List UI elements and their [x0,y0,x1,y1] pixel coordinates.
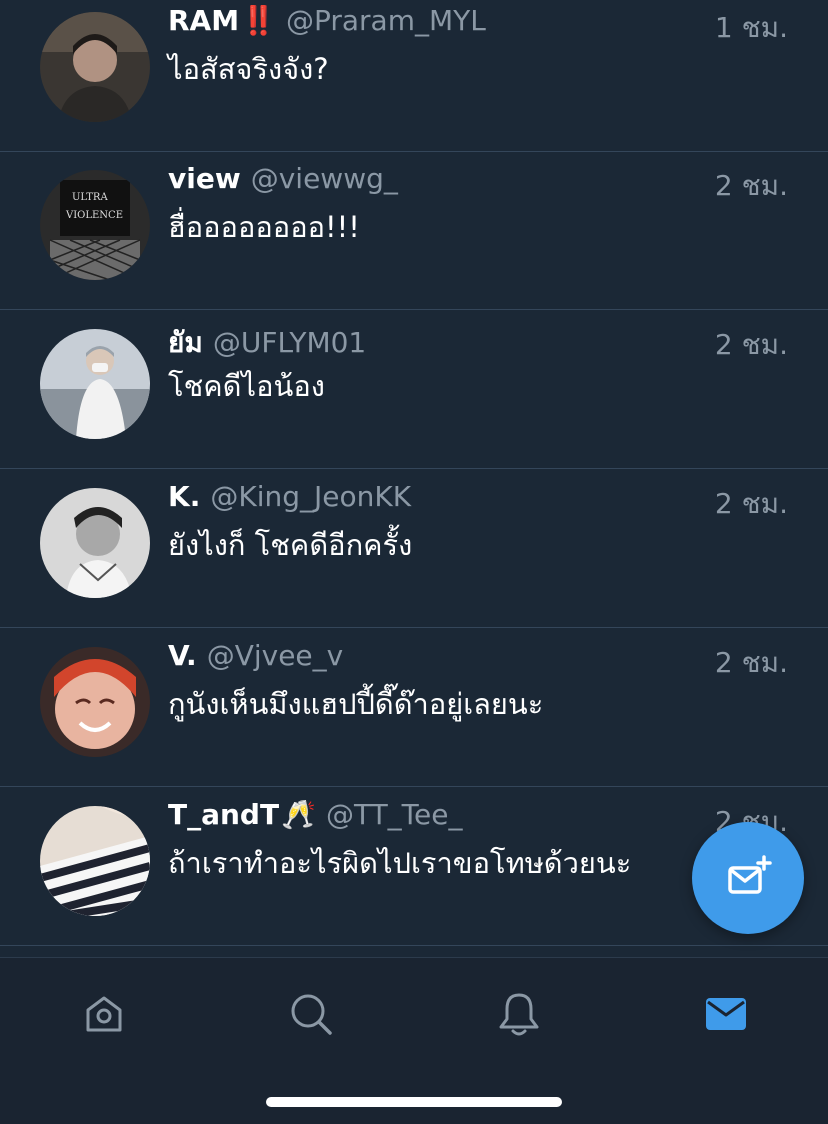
user-handle: @Praram_MYL [285,4,486,37]
conversation-row[interactable]: RAM‼️ @Praram_MYL 1 ชม. ไอสัสจริงจัง? [0,0,828,152]
message-preview: กูนังเห็นมึงแฮปปี้ดี๊ด๊าอยู่เลยนะ [168,687,544,721]
display-name: T_andT [168,798,280,831]
sender-name: ยัม @UFLYM01 [168,321,366,365]
home-indicator[interactable] [266,1097,562,1107]
tab-home[interactable] [76,986,132,1042]
new-message-button[interactable] [692,822,804,934]
avatar[interactable] [40,329,150,439]
tab-notifications[interactable] [491,986,547,1042]
avatar[interactable] [40,488,150,598]
avatar[interactable] [40,12,150,122]
tab-messages[interactable] [698,986,754,1042]
new-message-icon [728,855,772,894]
display-name: ยัม [168,326,203,359]
svg-text:ULTRA: ULTRA [72,192,108,203]
conversation-row[interactable]: K. @King_JeonKK 2 ชม. ยังไงก็ โชคดีอีกครั… [0,470,828,628]
message-preview: ยังไงก็ โชคดีอีกครั้ง [168,528,413,562]
user-handle: @UFLYM01 [212,326,367,359]
sender-name: T_andT🥂 @TT_Tee_ [168,798,462,831]
sender-name: K. @King_JeonKK [168,480,411,513]
conversation-row[interactable]: ยัม @UFLYM01 2 ชม. โชคดีไอน้อง [0,311,828,469]
double-exclamation-icon: ‼️ [241,4,276,37]
search-icon [291,994,332,1035]
sender-name: view @viewwg_ [168,162,398,195]
display-name: RAM [168,4,240,37]
timestamp: 2 ชม. [714,487,788,520]
display-name: view [168,162,241,195]
sender-name: V. @Vjvee_v [168,639,343,672]
user-handle: @Vjvee_v [206,639,344,672]
message-preview: ไอสัสจริงจัง? [168,52,329,86]
conversation-list: RAM‼️ @Praram_MYL 1 ชม. ไอสัสจริงจัง? ULT… [0,0,828,957]
home-icon [86,996,122,1032]
user-handle: @King_JeonKK [210,480,412,513]
avatar[interactable] [40,647,150,757]
timestamp: 2 ชม. [714,646,788,679]
conversation-row[interactable]: V. @Vjvee_v 2 ชม. กูนังเห็นมึงแฮปปี้ดี๊ด๊… [0,629,828,787]
timestamp: 2 ชม. [714,328,788,361]
champagne-icon: 🥂 [281,798,316,831]
message-preview: ถ้าเราทำอะไรผิดไปเราขอโทษด้วยนะ [168,846,632,880]
display-name: K. [168,480,201,513]
user-handle: @viewwg_ [250,162,398,195]
bell-icon [499,993,539,1036]
message-preview: ฮื่ออออออออ!!! [168,210,360,244]
messages-screen: RAM‼️ @Praram_MYL 1 ชม. ไอสัสจริงจัง? ULT… [0,0,828,1124]
user-handle: @TT_Tee_ [325,798,463,831]
svg-text:VIOLENCE: VIOLENCE [65,210,123,221]
conversation-row[interactable]: ULTRA VIOLENCE view @viewwg_ 2 ชม. ฮื่อออ… [0,152,828,310]
sender-name: RAM‼️ @Praram_MYL [168,4,486,37]
display-name: V. [168,639,197,672]
tab-search[interactable] [283,986,339,1042]
avatar[interactable] [40,806,150,916]
timestamp: 1 ชม. [714,11,788,44]
mail-icon [706,998,746,1030]
timestamp: 2 ชม. [714,169,788,202]
avatar[interactable]: ULTRA VIOLENCE [40,170,150,280]
message-preview: โชคดีไอน้อง [168,369,325,403]
